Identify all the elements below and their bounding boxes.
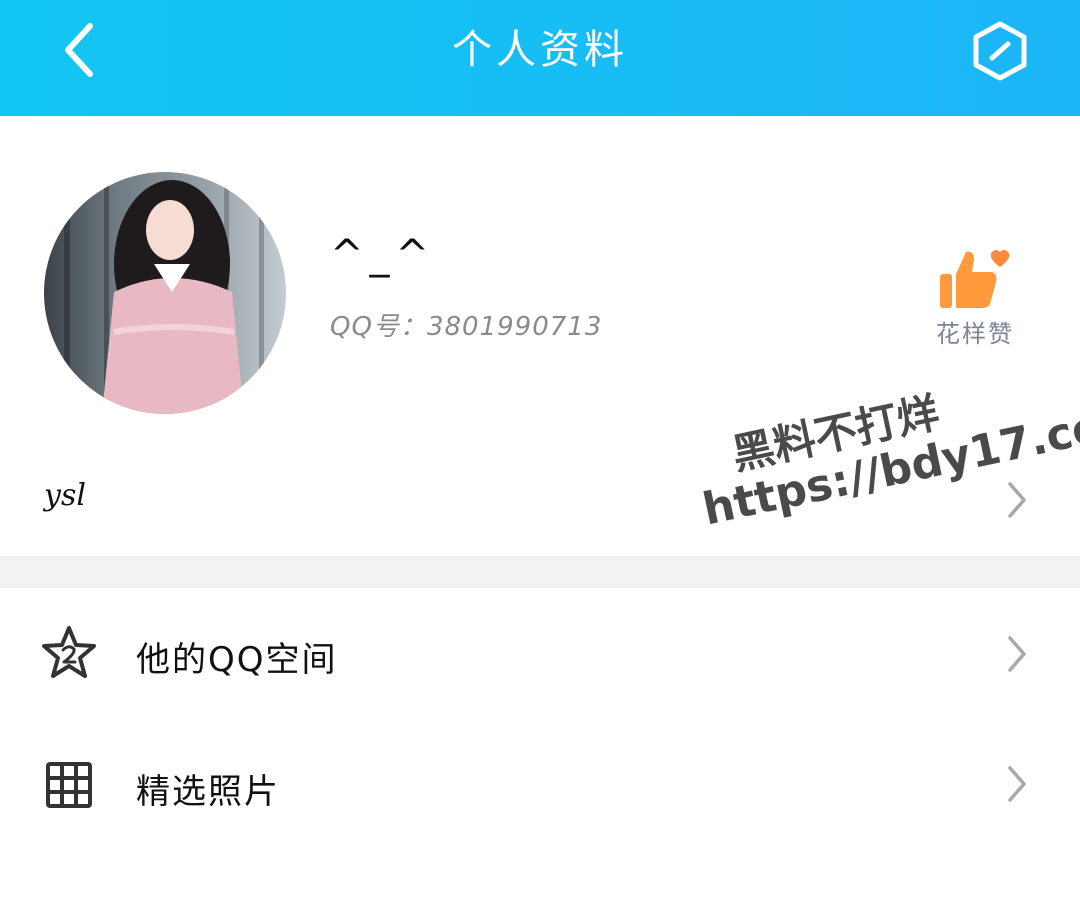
like-button[interactable]: 花样赞 [920,248,1030,358]
qzone-star-icon [42,626,96,678]
chevron-right-icon [1008,482,1026,518]
qq-label: QQ号： [330,312,427,342]
page-title: 个人资料 [452,27,628,73]
top-bar: 个人资料 [0,0,1080,116]
menu-item-photos[interactable]: 精选照片 [0,718,1080,848]
avatar-photo [44,172,286,414]
like-label: 花样赞 [936,320,1014,348]
signature-row[interactable]: ysl [0,452,1080,548]
signature-text: ysl [44,478,86,513]
thumbs-up-heart-icon [940,250,1010,308]
chevron-right-icon [1008,766,1026,802]
menu-item-label: 精选照片 [136,772,280,812]
edit-button[interactable] [970,20,1030,82]
qq-number-row: QQ号：3801990713 [330,306,602,343]
nickname: ^_^ [330,232,436,278]
photo-grid-icon [46,762,92,808]
menu-item-label: 他的QQ空间 [136,640,338,680]
avatar[interactable] [44,172,286,414]
hexagon-edit-icon [973,21,1027,81]
chevron-right-icon [1008,636,1026,672]
qq-number: 3801990713 [426,312,603,342]
menu-item-qzone[interactable]: 他的QQ空间 [0,588,1080,718]
section-divider [0,556,1080,588]
